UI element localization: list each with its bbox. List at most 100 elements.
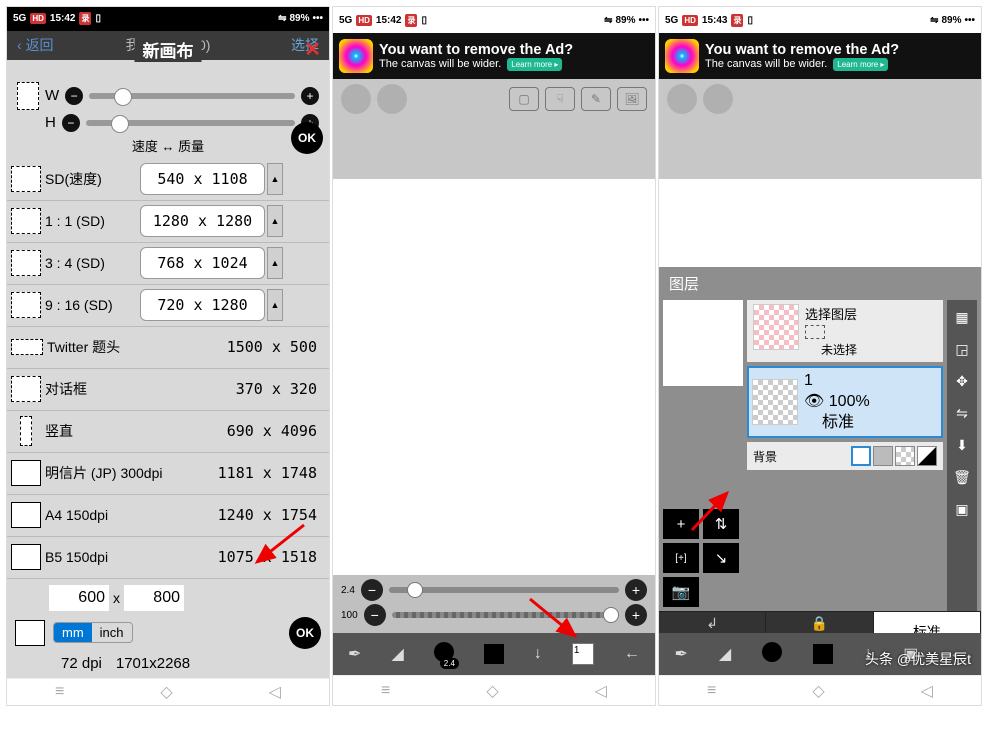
custom-width-input[interactable] (49, 585, 109, 611)
close-button[interactable]: ✕ (304, 37, 321, 62)
size-plus-button[interactable]: + (625, 579, 647, 601)
eraser-icon[interactable]: ◢ (391, 644, 403, 664)
ad-banner[interactable]: You want to remove the Ad? The canvas wi… (659, 33, 981, 79)
nav-home-icon[interactable]: ◇ (160, 682, 172, 702)
unselected-label: 未选择 (805, 341, 857, 358)
bg-panel[interactable]: 背景 (747, 442, 943, 470)
layers-icon[interactable]: 1 (572, 643, 594, 665)
crop-icon[interactable]: ◲ (951, 338, 973, 360)
image-tool-icon[interactable]: 🖼 (617, 87, 647, 111)
canvas-thumb[interactable] (663, 300, 743, 386)
ad-subline: The canvas will be wider. (705, 58, 827, 70)
flip-layer-button[interactable]: ⇅ (703, 509, 739, 539)
size-minus-button[interactable]: − (361, 579, 383, 601)
bg-gray[interactable] (873, 446, 893, 466)
w-minus-button[interactable]: − (65, 87, 83, 105)
color-icon[interactable] (484, 644, 504, 664)
phone-2: 5G HD 15:42 录 ▯ ⇋ 89% ••• You want to re… (332, 6, 656, 706)
ok-button-2[interactable]: OK (289, 617, 321, 649)
misc-icon: ▯ (95, 13, 101, 24)
battery-pct: 89% (615, 15, 635, 26)
preset-b5[interactable]: B5 150dpi1075 x 1518 (7, 537, 329, 579)
w-plus-button[interactable]: + (301, 87, 319, 105)
redo-button[interactable] (703, 84, 733, 114)
android-nav: ≡ ◇ ◁ (333, 675, 655, 705)
dropdown-icon[interactable]: ▲ (267, 163, 283, 195)
select-tool-icon[interactable]: ▢ (509, 87, 539, 111)
move-icon[interactable]: ✥ (951, 370, 973, 392)
dropdown-icon[interactable]: ▲ (267, 247, 283, 279)
down-icon[interactable]: ⬇ (951, 434, 973, 456)
edit-tool-icon[interactable]: ✎ (581, 87, 611, 111)
brush-icon[interactable]: ✒ (675, 644, 688, 664)
brush-icon[interactable]: ✒ (348, 644, 361, 664)
nav-back-icon[interactable]: ◁ (595, 681, 607, 701)
learn-more-button[interactable]: Learn more ▸ (833, 58, 888, 71)
dropdown-icon[interactable]: ▲ (267, 289, 283, 321)
bg-trans[interactable] (895, 446, 915, 466)
nav-back-icon[interactable]: ◁ (921, 681, 933, 701)
preset-dialog[interactable]: 对话框370 x 320 (7, 369, 329, 411)
unit-inch: inch (92, 623, 132, 642)
h-slider[interactable] (86, 120, 295, 126)
eraser-icon[interactable]: ◢ (719, 644, 731, 664)
phone-1: 5G HD 15:42 录 ▯ ⇋ 89% ••• ‹ 返回 我的图库 (10)… (6, 6, 330, 706)
status-bar: 5G HD 15:42 录 ▯ ⇋ 89% ••• (7, 7, 329, 31)
opacity-plus-button[interactable]: + (625, 604, 647, 626)
px-size: 1701x2268 (116, 655, 190, 672)
bg-white[interactable] (851, 446, 871, 466)
undo-button[interactable] (667, 84, 697, 114)
bg-label: 背景 (753, 448, 777, 465)
preset-twitter[interactable]: Twitter 题头1500 x 500 (7, 327, 329, 369)
trash-icon[interactable]: 🗑 (951, 466, 973, 488)
nav-home-icon[interactable]: ◇ (486, 681, 498, 701)
layers-panel: 图层 + ⇅ [+] ↘ 📷 选择图层 (659, 267, 981, 675)
color-icon[interactable] (813, 644, 833, 664)
nav-recents-icon[interactable]: ≡ (707, 682, 716, 700)
learn-more-button[interactable]: Learn more ▸ (507, 58, 562, 71)
preset-sd[interactable]: SD(速度)540 x 1108▲ (7, 159, 329, 201)
ok-button[interactable]: OK (291, 122, 323, 154)
h-minus-button[interactable]: − (62, 114, 80, 132)
android-nav: ≡ ◇ ◁ (7, 678, 329, 705)
clear-icon[interactable]: ▣ (951, 498, 973, 520)
dropdown-icon[interactable]: ▲ (267, 205, 283, 237)
preset-a4[interactable]: A4 150dpi1240 x 1754 (7, 495, 329, 537)
nav-recents-icon[interactable]: ≡ (381, 682, 390, 700)
download-icon[interactable]: ↓ (534, 645, 542, 663)
preset-1-1[interactable]: 1 : 1 (SD)1280 x 1280▲ (7, 201, 329, 243)
fliph-icon[interactable]: ⇋ (951, 402, 973, 424)
hand-tool-icon[interactable]: ☟ (545, 87, 575, 111)
checker-icon[interactable]: ▦ (951, 306, 973, 328)
brush-preview[interactable] (762, 642, 782, 667)
dialog-title: 新画布 (135, 37, 202, 62)
back-icon[interactable]: ← (624, 645, 640, 663)
preset-3-4[interactable]: 3 : 4 (SD)768 x 1024▲ (7, 243, 329, 285)
size-slider[interactable] (389, 587, 619, 593)
move-layer-button[interactable]: ↘ (703, 543, 739, 573)
nav-back-icon[interactable]: ◁ (269, 682, 281, 702)
nav-recents-icon[interactable]: ≡ (55, 683, 64, 701)
layer-1[interactable]: 1 👁 100% 标准 (747, 366, 943, 438)
nav-home-icon[interactable]: ◇ (812, 681, 824, 701)
preset-vertical[interactable]: 竖直690 x 4096 (7, 411, 329, 453)
brush-preview[interactable]: 2.4 (434, 642, 454, 667)
bg-split[interactable] (917, 446, 937, 466)
height-label: H (45, 114, 56, 131)
preset-9-16[interactable]: 9 : 16 (SD)720 x 1280▲ (7, 285, 329, 327)
back-button[interactable]: ‹ 返回 (17, 35, 54, 55)
camera-button[interactable]: 📷 (663, 577, 699, 607)
ad-banner[interactable]: You want to remove the Ad? The canvas wi… (333, 33, 655, 79)
opacity-minus-button[interactable]: − (364, 604, 386, 626)
dup-layer-button[interactable]: [+] (663, 543, 699, 573)
eye-icon[interactable]: 👁 (804, 393, 824, 410)
preset-postcard[interactable]: 明信片 (JP) 300dpi1181 x 1748 (7, 453, 329, 495)
redo-button[interactable] (377, 84, 407, 114)
opacity-slider[interactable] (392, 612, 619, 618)
unit-toggle[interactable]: mm inch (53, 622, 133, 643)
canvas-area[interactable] (333, 179, 655, 575)
custom-height-input[interactable] (124, 585, 184, 611)
undo-button[interactable] (341, 84, 371, 114)
add-layer-button[interactable]: + (663, 509, 699, 539)
w-slider[interactable] (89, 93, 295, 99)
